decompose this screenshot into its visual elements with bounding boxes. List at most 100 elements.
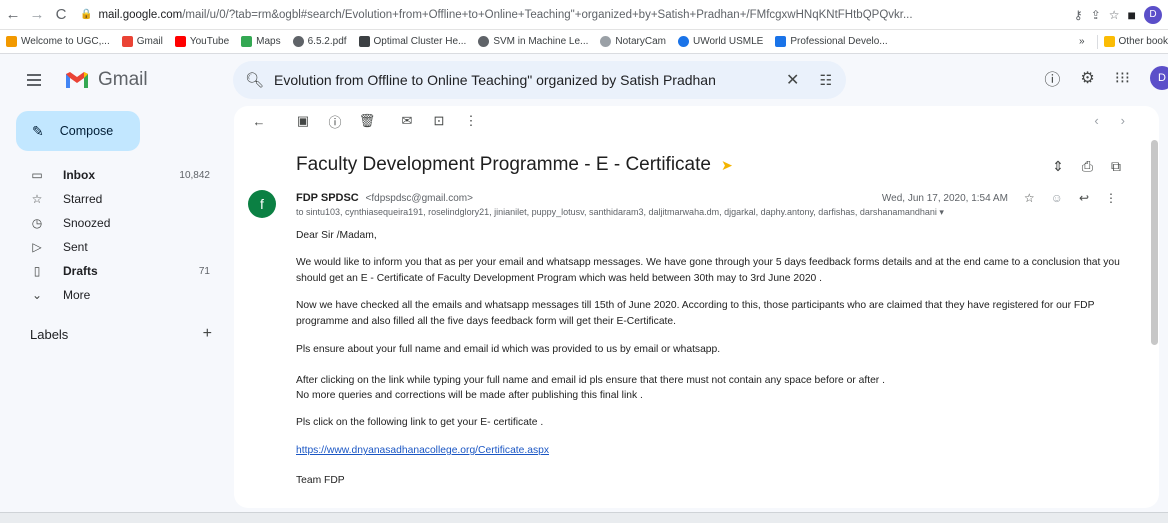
chevron-down-icon: ⌄ xyxy=(31,288,43,302)
unread-count: 10,842 xyxy=(179,169,210,181)
compose-label: Compose xyxy=(59,124,114,138)
maps-icon xyxy=(241,36,253,47)
show-details-icon[interactable]: ▾ xyxy=(939,207,944,217)
bookmark-item[interactable]: NotaryCam xyxy=(600,36,666,47)
sender-avatar[interactable]: f xyxy=(248,190,276,218)
sender-name[interactable]: FDP SPDSC xyxy=(296,192,359,204)
video-icon xyxy=(358,36,370,47)
message-meta: Wed, Jun 17, 2020, 1:54 AM ☆ ☺ ↩ ⋮ xyxy=(882,191,1117,205)
bookmark-item[interactable]: YouTube xyxy=(174,36,229,47)
body-paragraph: Pls ensure about your full name and emai… xyxy=(296,344,721,355)
message-panel: ← ▣ ⓘ 🗑︎ ✉ ⊡ ⋮ ‹ › Faculty Development P… xyxy=(234,106,1159,508)
bookmark-item[interactable]: Welcome to UGC,... xyxy=(6,36,110,47)
bookmarks-bar: Welcome to UGC,... Gmail YouTube Maps 6.… xyxy=(0,30,1168,54)
search-options-icon[interactable]: ☷ xyxy=(819,72,832,89)
draft-icon: ▯ xyxy=(33,264,41,278)
compose-button[interactable]: ✎ Compose xyxy=(16,111,140,151)
scrollbar[interactable] xyxy=(1151,140,1158,345)
gmail-m-icon xyxy=(66,72,88,88)
sidebar-item-snoozed[interactable]: ◷ Snoozed xyxy=(30,212,214,234)
bookmark-item[interactable]: Professional Develo... xyxy=(775,36,888,47)
search-input[interactable]: Evolution from Offline to Online Teachin… xyxy=(274,72,786,88)
older-chevron-icon[interactable]: › xyxy=(1121,113,1125,128)
help-icon[interactable]: ⓘ xyxy=(1044,66,1060,90)
notarycam-icon xyxy=(600,36,612,47)
reply-icon[interactable]: ↩ xyxy=(1079,191,1089,205)
certificate-link-row: https://www.dnyanasadhanacollege.org/Cer… xyxy=(296,443,1136,459)
clear-search-icon[interactable]: ✕ xyxy=(786,70,799,90)
apps-grid-icon[interactable]: ⁝⁝⁝ xyxy=(1115,68,1130,88)
expand-collapse-icon[interactable]: ⇕ xyxy=(1052,158,1064,175)
taskbar-edge xyxy=(0,512,1168,523)
account-avatar[interactable]: D xyxy=(1150,66,1168,90)
search-bar[interactable]: 🔍︎ Evolution from Offline to Online Teac… xyxy=(233,61,846,99)
youtube-icon xyxy=(174,36,186,47)
bookmark-item[interactable]: 6.5.2.pdf xyxy=(292,36,347,47)
address-bar[interactable]: 🔒 mail.google.com /mail/u/0/?tab=rm&ogbl… xyxy=(80,4,1068,26)
url-host: mail.google.com xyxy=(98,8,183,21)
main-menu-icon[interactable] xyxy=(14,60,54,100)
print-icon[interactable]: ⎙ xyxy=(1082,158,1093,175)
star-icon[interactable]: ☆ xyxy=(1024,191,1035,205)
bookmark-item[interactable]: Optimal Cluster He... xyxy=(358,36,466,47)
forward-arrow-icon[interactable]: → xyxy=(26,4,48,26)
back-arrow-icon[interactable]: ← xyxy=(2,4,24,26)
labels-heading: Labels xyxy=(30,326,69,342)
lock-icon: 🔒 xyxy=(80,9,93,20)
bookmarks-overflow-icon[interactable]: » xyxy=(1079,36,1085,47)
open-new-window-icon[interactable]: ⧉ xyxy=(1111,158,1121,175)
body-paragraph: Pls click on the following link to get y… xyxy=(296,417,544,428)
gmail-logo[interactable]: Gmail xyxy=(64,69,214,91)
certificate-link[interactable]: https://www.dnyanasadhanacollege.org/Cer… xyxy=(296,445,549,456)
settings-gear-icon[interactable]: ⚙ xyxy=(1080,68,1094,88)
greeting: Dear Sir /Madam, xyxy=(296,230,377,241)
sidebar-item-inbox[interactable]: ▭ Inbox 10,842 xyxy=(30,164,214,186)
from-line: FDP SPDSC <fdpspdsc@gmail.com> xyxy=(296,192,473,204)
report-spam-icon[interactable]: ⓘ xyxy=(326,112,344,131)
sidebar-item-starred[interactable]: ☆ Starred xyxy=(30,188,214,210)
more-options-icon[interactable]: ⋮ xyxy=(462,113,480,129)
sidebar-item-drafts[interactable]: ▯ Drafts 71 xyxy=(30,260,214,282)
labels-section-header: Labels + xyxy=(30,325,212,343)
globe-icon xyxy=(478,36,490,47)
bookmark-item[interactable]: Maps xyxy=(241,36,281,47)
recipients-line: to sintu103, cynthiasequeira191, roselin… xyxy=(296,207,1056,218)
archive-icon[interactable]: ▣ xyxy=(294,113,312,129)
share-icon[interactable]: ⇪ xyxy=(1091,8,1101,22)
search-icon[interactable]: 🔍︎ xyxy=(245,71,264,89)
folder-icon xyxy=(1103,36,1115,47)
bookmark-star-icon[interactable]: ☆ xyxy=(1109,8,1120,22)
message-more-icon[interactable]: ⋮ xyxy=(1105,191,1117,205)
sidebar-item-sent[interactable]: ▷ Sent xyxy=(30,236,214,258)
sidebar-item-more[interactable]: ⌄ More xyxy=(30,284,214,306)
globe-icon xyxy=(292,36,304,47)
bookmark-item[interactable]: Gmail xyxy=(121,36,163,47)
pager: ‹ › xyxy=(1094,113,1125,128)
bookmark-item[interactable]: UWorld USMLE xyxy=(677,36,763,47)
browser-profile-avatar[interactable]: D xyxy=(1144,5,1162,24)
recipients: to sintu103, cynthiasequeira191, roselin… xyxy=(296,207,937,217)
back-to-search-icon[interactable]: ← xyxy=(250,114,268,129)
uworld-icon xyxy=(677,36,689,47)
move-to-icon[interactable]: ⊡ xyxy=(430,113,448,129)
mark-unread-icon[interactable]: ✉ xyxy=(398,113,416,129)
other-bookmarks[interactable]: Other book xyxy=(1119,36,1168,47)
divider xyxy=(1096,34,1098,49)
reload-icon[interactable]: C xyxy=(50,4,72,26)
sidebar-item-label: Snoozed xyxy=(63,216,111,230)
delete-icon[interactable]: 🗑︎ xyxy=(358,113,376,129)
important-marker-icon[interactable]: ➤ xyxy=(721,157,733,174)
newer-chevron-icon[interactable]: ‹ xyxy=(1094,113,1098,128)
sidebar-item-label: Inbox xyxy=(63,168,95,182)
sidebar-item-label: Starred xyxy=(63,192,103,206)
sidebar-item-label: More xyxy=(63,288,91,302)
gmail-wordmark: Gmail xyxy=(98,69,148,90)
s-logo-icon xyxy=(775,36,787,47)
message-toolbar: ← ▣ ⓘ 🗑︎ ✉ ⊡ ⋮ ‹ › xyxy=(234,106,1159,136)
bookmark-item[interactable]: SVM in Machine Le... xyxy=(478,36,588,47)
key-icon[interactable]: ⚷ xyxy=(1074,8,1083,22)
sidepanel-icon[interactable]: ■ xyxy=(1128,7,1136,23)
emoji-reaction-icon[interactable]: ☺ xyxy=(1051,191,1063,205)
signoff: Team FDP xyxy=(296,475,345,486)
add-label-icon[interactable]: + xyxy=(203,325,212,343)
